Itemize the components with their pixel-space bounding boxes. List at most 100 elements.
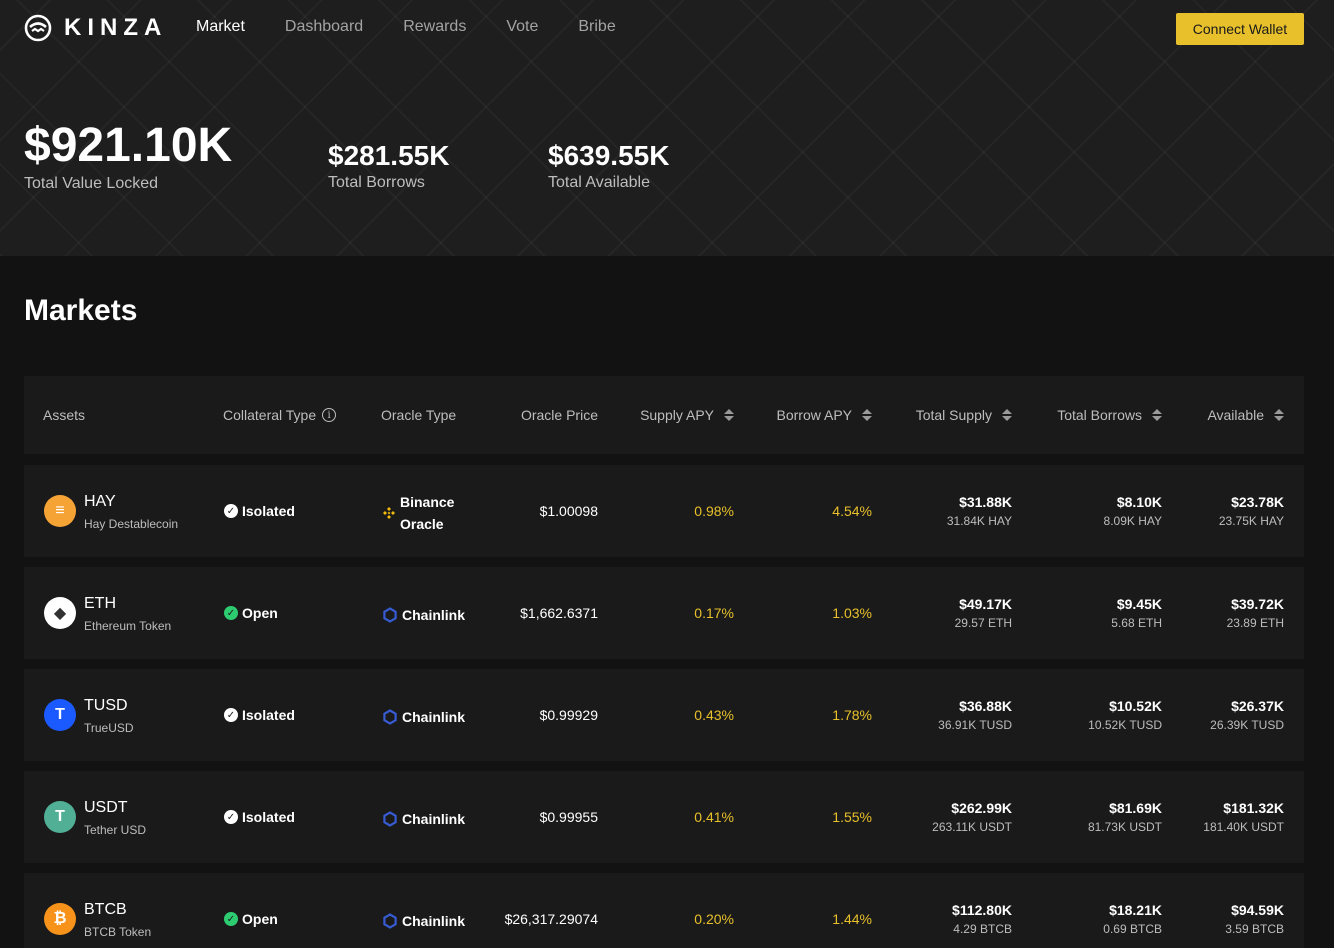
collateral-type: ✓ Open [224, 911, 278, 927]
col-available[interactable]: Available [1184, 407, 1284, 423]
collateral-label: Open [242, 911, 278, 927]
oracle-price: $0.99955 [539, 809, 598, 825]
total-supply-amount: 36.91K TUSD [938, 718, 1012, 732]
supply-apy: 0.41% [694, 809, 734, 825]
total-borrows-amount: 5.68 ETH [1111, 616, 1162, 630]
main-nav: Market Dashboard Rewards Vote Bribe [196, 18, 616, 36]
oracle-type: Binance Oracle [382, 491, 454, 535]
col-borrow-apy[interactable]: Borrow APY [756, 407, 872, 423]
table-row[interactable]: T TUSD TrueUSD ✓ Isolated Chainlink $0.9… [24, 669, 1304, 761]
col-borrow-apy-label: Borrow APY [776, 407, 852, 423]
oracle-label-line1: Chainlink [402, 709, 466, 725]
chainlink-icon [383, 913, 397, 929]
kinza-logo[interactable]: KINZA [24, 12, 167, 44]
available-usd: $39.72K [1231, 596, 1284, 612]
asset-symbol: ETH [84, 595, 116, 612]
col-total-supply-label: Total Supply [915, 407, 992, 423]
sort-icon[interactable] [1152, 409, 1162, 421]
available: $94.59K 3.59 BTCB [1164, 902, 1284, 936]
total-supply-usd: $112.80K [952, 902, 1012, 918]
sort-icon[interactable] [862, 409, 872, 421]
col-supply-apy[interactable]: Supply APY [620, 407, 734, 423]
total-supply: $31.88K 31.84K HAY [892, 494, 1012, 528]
usdt-icon: T [44, 801, 76, 833]
col-collateral-label: Collateral Type [223, 407, 317, 423]
col-oracle-price: Oracle Price [498, 407, 598, 423]
supply-apy: 0.20% [694, 911, 734, 927]
oracle-type: Chainlink [382, 706, 465, 728]
hero-banner: KINZA Market Dashboard Rewards Vote Brib… [0, 0, 1334, 256]
total-borrows-usd: $10.52K [1109, 698, 1162, 714]
col-assets-label: Assets [43, 407, 86, 423]
table-row[interactable]: T USDT Tether USD ✓ Isolated Chainlink $… [24, 771, 1304, 863]
nav-item-dashboard[interactable]: Dashboard [285, 18, 363, 36]
col-total-borrows[interactable]: Total Borrows [1034, 407, 1162, 423]
borrow-apy: 1.78% [832, 707, 872, 723]
nav-item-market[interactable]: Market [196, 18, 245, 36]
table-row[interactable]: ◆ ETH Ethereum Token ✓ Open Chainlink $1… [24, 567, 1304, 659]
chainlink-icon [383, 811, 397, 827]
supply-apy: 0.98% [694, 503, 734, 519]
stat-tvl-label: Total Value Locked [24, 175, 159, 192]
col-total-supply[interactable]: Total Supply [894, 407, 1012, 423]
nav-item-bribe[interactable]: Bribe [578, 18, 615, 36]
available: $181.32K 181.40K USDT [1164, 800, 1284, 834]
asset-symbol: USDT [84, 799, 128, 816]
total-borrows-amount: 8.09K HAY [1103, 514, 1162, 528]
available-amount: 3.59 BTCB [1225, 922, 1284, 936]
sort-icon[interactable] [1274, 409, 1284, 421]
total-borrows-usd: $81.69K [1109, 800, 1162, 816]
total-supply: $262.99K 263.11K USDT [892, 800, 1012, 834]
check-circle-icon: ✓ [224, 708, 238, 722]
total-supply-usd: $262.99K [951, 800, 1012, 816]
total-supply: $49.17K 29.57 ETH [892, 596, 1012, 630]
stat-available-label: Total Available [548, 174, 650, 191]
total-borrows: $18.21K 0.69 BTCB [1042, 902, 1162, 936]
total-supply-amount: 263.11K USDT [932, 820, 1012, 834]
connect-wallet-button[interactable]: Connect Wallet [1176, 13, 1304, 45]
borrow-apy: 1.44% [832, 911, 872, 927]
total-supply-usd: $36.88K [959, 698, 1012, 714]
tusd-icon: T [44, 699, 76, 731]
available: $23.78K 23.75K HAY [1164, 494, 1284, 528]
sort-icon[interactable] [724, 409, 734, 421]
asset-name: Tether USD [84, 823, 147, 837]
total-supply-usd: $31.88K [959, 494, 1012, 510]
oracle-label: Binance Oracle [400, 491, 454, 535]
collateral-type: ✓ Open [224, 605, 278, 621]
col-total-borrows-label: Total Borrows [1057, 407, 1142, 423]
asset-name: BTCB Token [84, 925, 152, 939]
col-oracle-type: Oracle Type [381, 407, 456, 423]
nav-item-vote[interactable]: Vote [506, 18, 538, 36]
available-usd: $26.37K [1231, 698, 1284, 714]
borrow-apy: 1.55% [832, 809, 872, 825]
oracle-price: $1,662.6371 [520, 605, 598, 621]
nav-item-rewards[interactable]: Rewards [403, 18, 466, 36]
asset-symbol: HAY [84, 493, 116, 510]
oracle-label-line2: Oracle [400, 516, 444, 532]
supply-apy: 0.17% [694, 605, 734, 621]
btcb-icon: ₿ [44, 903, 76, 935]
total-supply: $112.80K 4.29 BTCB [892, 902, 1012, 936]
sort-icon[interactable] [1002, 409, 1012, 421]
col-oracle-price-label: Oracle Price [520, 407, 598, 423]
info-icon[interactable]: i [322, 408, 337, 422]
total-borrows-usd: $9.45K [1116, 596, 1162, 612]
stat-borrows-value: $281.55K [328, 140, 450, 171]
total-borrows-amount: 81.73K USDT [1087, 820, 1162, 834]
total-supply-amount: 31.84K HAY [946, 514, 1012, 528]
oracle-type: Chainlink [382, 808, 465, 830]
check-circle-icon: ✓ [224, 912, 238, 926]
oracle-type: Chainlink [382, 910, 465, 932]
total-borrows-usd: $18.21K [1109, 902, 1162, 918]
table-row[interactable]: ≡ HAY Hay Destablecoin ✓ Isolated Binanc… [24, 465, 1304, 557]
col-collateral-type: Collateral Type i [223, 407, 337, 423]
borrow-apy: 1.03% [832, 605, 872, 621]
table-row[interactable]: ₿ BTCB BTCB Token ✓ Open Chainlink $26,3… [24, 873, 1304, 948]
available: $26.37K 26.39K TUSD [1164, 698, 1284, 732]
check-circle-icon: ✓ [224, 504, 238, 518]
collateral-label: Isolated [242, 809, 295, 825]
collateral-label: Open [242, 605, 278, 621]
oracle-label-line1: Chainlink [402, 607, 466, 623]
hay-icon: ≡ [44, 495, 76, 527]
